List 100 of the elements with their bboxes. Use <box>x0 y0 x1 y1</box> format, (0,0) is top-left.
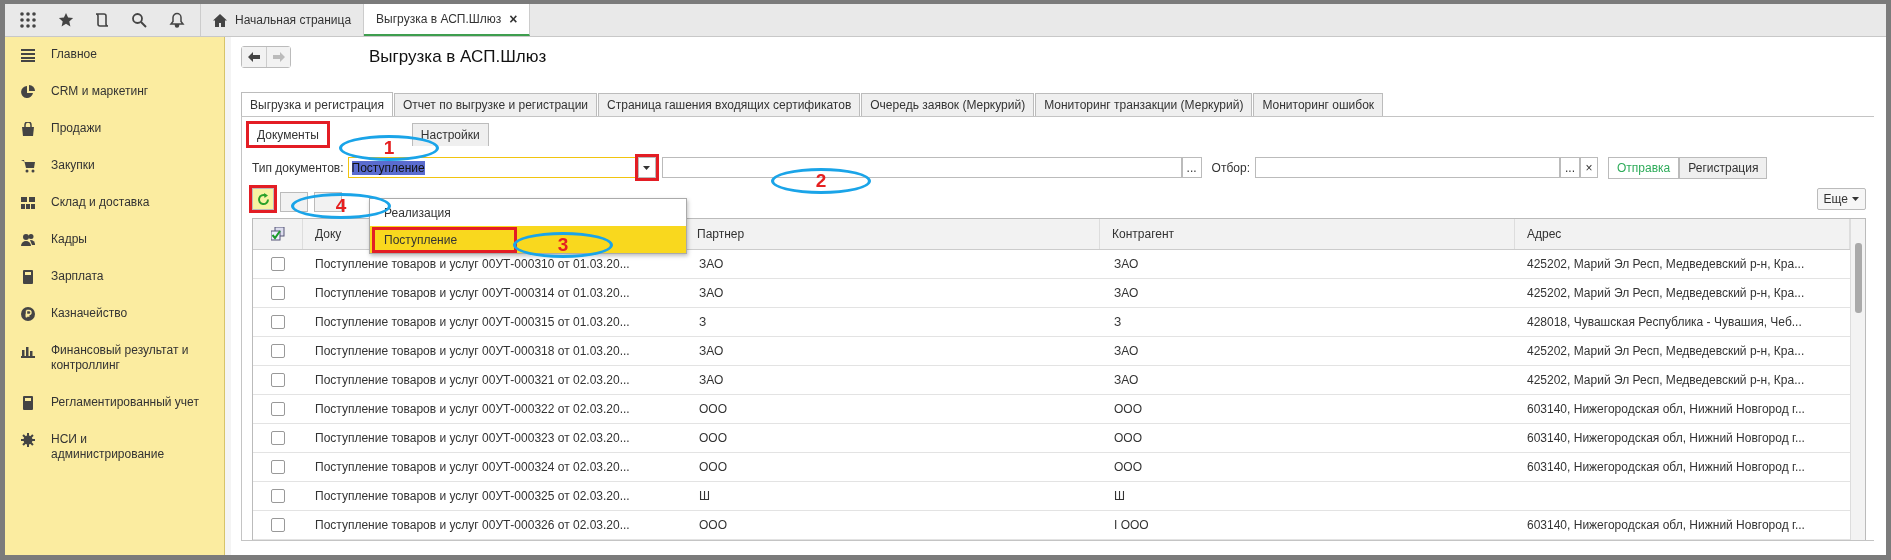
toolbar-button[interactable] <box>280 192 308 212</box>
table-cell-text: 603140, Нижегородская обл, Нижний Новгород г... <box>1526 517 1806 534</box>
row-checkbox[interactable] <box>271 431 285 445</box>
section-calc-icon <box>21 270 35 284</box>
page-tab[interactable]: Выгрузка в АСП.Шлюз × <box>364 4 531 36</box>
table-cell-text: Поступление товаров и услуг 00УТ-000324 от 02.03.20... <box>314 459 631 476</box>
subtab[interactable]: Настройки <box>411 123 489 146</box>
table-cell-text: ООО <box>698 517 728 534</box>
back-arrow-icon <box>248 52 260 62</box>
section-cart-icon <box>21 159 35 173</box>
row-checkbox[interactable] <box>271 286 285 300</box>
select-all-icon[interactable] <box>270 227 285 241</box>
table-cell-text: ЗАО <box>1113 256 1140 273</box>
home-icon <box>213 13 227 27</box>
sidebar-item[interactable]: Зарплата <box>5 267 224 284</box>
page-title: Выгрузка в АСП.Шлюз <box>369 47 547 67</box>
more-button[interactable]: Еще <box>1816 188 1866 210</box>
sidebar-item[interactable]: Финансовый результат и контроллинг <box>5 341 224 373</box>
section-pie-icon <box>21 85 35 99</box>
close-tab-button[interactable]: × <box>509 11 518 27</box>
table-cell-text: Поступление товаров и услуг 00УТ-000315 от 01.03.20... <box>314 314 631 331</box>
table-cell-text: Поступление товаров и услуг 00УТ-000323 от 02.03.20... <box>314 430 631 447</box>
document-type-field[interactable]: Поступление <box>347 157 638 178</box>
search-icon[interactable] <box>131 12 148 28</box>
tab[interactable]: Страница гашения входящих сертификатов <box>598 93 861 116</box>
caret-icon <box>1852 197 1859 201</box>
table-cell-text: Ш <box>1113 488 1126 505</box>
table-cell-text: ООО <box>698 401 728 418</box>
dropdown-button[interactable] <box>637 157 656 178</box>
table-cell-text: Поступление товаров и услуг 00УТ-000322 от 02.03.20... <box>314 401 631 418</box>
scrollbar[interactable] <box>1850 219 1865 540</box>
section-gear-icon <box>21 433 35 447</box>
row-checkbox[interactable] <box>271 489 285 503</box>
row-checkbox[interactable] <box>271 373 285 387</box>
table-cell-text: 603140, Нижегородская обл, Нижний Новгород г... <box>1526 430 1806 447</box>
table-cell-text: ООО <box>1113 401 1143 418</box>
table-cell-text: ЗАО <box>698 285 725 302</box>
row-checkbox[interactable] <box>271 344 285 358</box>
table-cell-text: ЗАО <box>1113 372 1140 389</box>
row-checkbox[interactable] <box>271 460 285 474</box>
section-bars-icon <box>21 344 35 358</box>
table-cell-text: ЗАО <box>698 343 725 360</box>
sidebar-item[interactable]: Главное <box>5 45 224 62</box>
table-cell-text: Поступление товаров и услуг 00УТ-000310 от 01.03.20... <box>314 256 631 273</box>
tab[interactable]: Мониторинг ошибок <box>1253 93 1384 116</box>
table-cell-text: ЗАО <box>1113 285 1140 302</box>
field-label: Тип документов: <box>252 160 344 175</box>
tab[interactable]: Отчет по выгрузке и регистрации <box>393 93 598 116</box>
section-bag-icon <box>21 122 35 136</box>
select-button[interactable]: ... <box>1559 157 1580 178</box>
table-cell-text: ООО <box>1113 459 1143 476</box>
callout-ellipse: 2 <box>771 168 871 194</box>
mode-toggle-button[interactable]: Регистрация <box>1679 156 1768 179</box>
table-cell-text: I ООО <box>1113 517 1150 534</box>
table-cell-text: Поступление товаров и услуг 00УТ-000325 от 02.03.20... <box>314 488 631 505</box>
tab[interactable]: Выгрузка и регистрация <box>241 92 393 116</box>
apps-grid-icon[interactable] <box>19 12 36 28</box>
subtab[interactable]: Документы <box>248 123 328 146</box>
table-cell-text: 603140, Нижегородская обл, Нижний Новгород г... <box>1526 459 1806 476</box>
table-cell-text: Поступление товаров и услуг 00УТ-000326 от 02.03.20... <box>314 517 631 534</box>
star-icon[interactable] <box>57 12 74 28</box>
row-checkbox[interactable] <box>271 402 285 416</box>
table-cell-text: З <box>1113 314 1123 331</box>
back-button[interactable] <box>242 47 266 67</box>
bell-icon[interactable] <box>169 12 186 28</box>
table-cell-text: Поступление товаров и услуг 00УТ-000321 от 02.03.20... <box>314 372 631 389</box>
sidebar-item[interactable]: Продажи <box>5 119 224 136</box>
table-cell-text: Поступление товаров и услуг 00УТ-000318 от 01.03.20... <box>314 343 631 360</box>
dropdown-option[interactable]: Реализация <box>370 199 686 226</box>
table-cell-text: ЗАО <box>698 372 725 389</box>
history-icon[interactable] <box>95 12 110 28</box>
refresh-button[interactable] <box>252 188 274 210</box>
filter-field[interactable] <box>1254 157 1560 178</box>
row-checkbox[interactable] <box>271 257 285 271</box>
sidebar-item[interactable]: Склад и доставка <box>5 193 224 210</box>
column-header[interactable]: Контрагент <box>1100 219 1515 249</box>
tab[interactable]: Мониторинг транзакции (Меркурий) <box>1035 93 1253 116</box>
table-cell-text: Поступление товаров и услуг 00УТ-000314 от 01.03.20... <box>314 285 631 302</box>
table-cell-text: 603140, Нижегородская обл, Нижний Новгород г... <box>1526 401 1806 418</box>
sidebar-item[interactable]: CRM и маркетинг <box>5 82 224 99</box>
section-calc-icon <box>21 396 35 410</box>
table-cell-text: 425202, Марий Эл Респ, Медведевский р-н, Кра... <box>1526 372 1806 389</box>
sidebar-item[interactable]: Казначейство <box>5 304 224 321</box>
section-lines-icon <box>21 48 35 62</box>
table-cell-text: З <box>698 314 708 331</box>
table-cell-text: ООО <box>1113 430 1143 447</box>
sidebar-item[interactable]: НСИ и администрирование <box>5 430 224 462</box>
table-cell-text: ЗАО <box>1113 343 1140 360</box>
table-cell-text: ЗАО <box>698 256 725 273</box>
sidebar-item[interactable]: Закупки <box>5 156 224 173</box>
table-cell-text: 428018, Чувашская Республика - Чувашия, Чеб... <box>1526 314 1803 331</box>
callout-ellipse: 3 <box>513 232 613 258</box>
section-grid-icon <box>21 196 35 210</box>
row-checkbox[interactable] <box>271 518 285 532</box>
section-ruble-icon <box>21 307 35 321</box>
row-checkbox[interactable] <box>271 315 285 329</box>
tab[interactable]: Очередь заявок (Меркурий) <box>861 93 1035 116</box>
sidebar-item[interactable]: Кадры <box>5 230 224 247</box>
sidebar-item[interactable]: Регламентированный учет <box>5 393 224 410</box>
select-button[interactable]: ... <box>1181 157 1202 178</box>
